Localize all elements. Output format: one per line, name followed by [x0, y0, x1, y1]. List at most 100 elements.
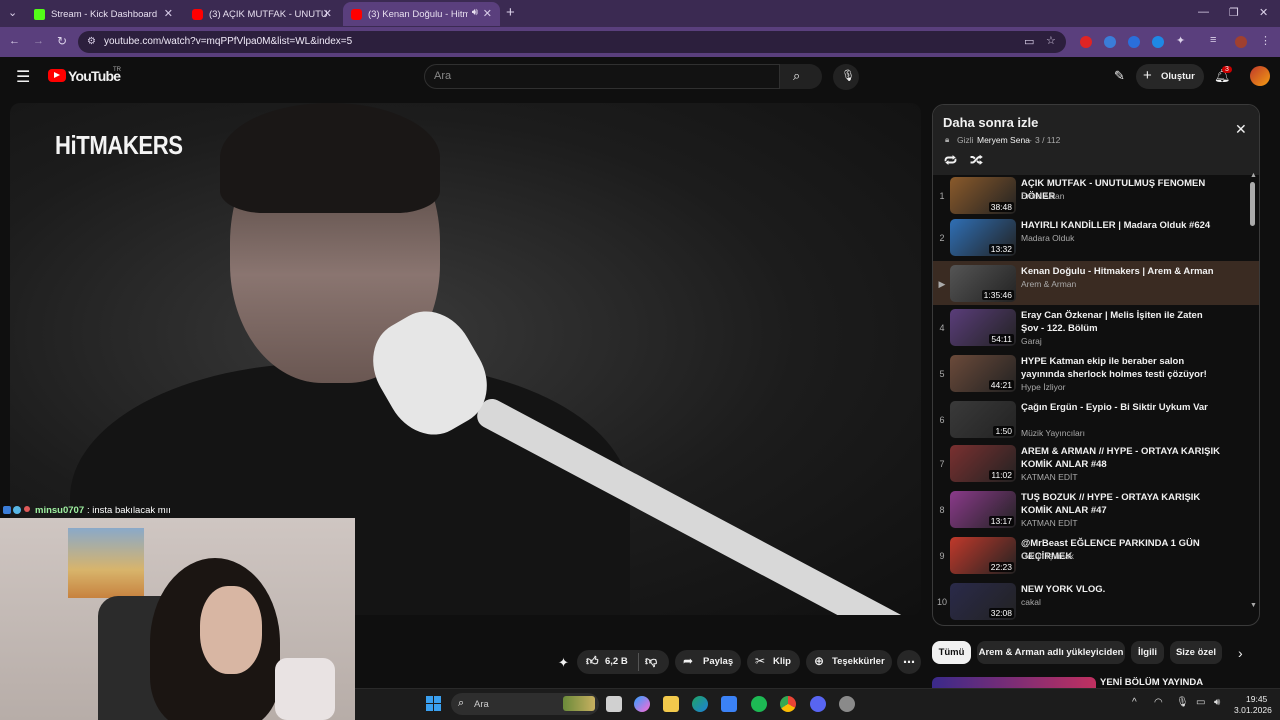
- tray-chevron-icon[interactable]: ^: [1132, 697, 1137, 708]
- playlist-item-title[interactable]: Eray Can Özkenar | Melis İşiten ile Zate…: [1021, 309, 1221, 335]
- network-icon[interactable]: ▭: [1196, 697, 1205, 708]
- loop-icon[interactable]: 🔁︎: [944, 151, 957, 170]
- create-button[interactable]: + Oluştur: [1136, 64, 1204, 89]
- extension-icon[interactable]: [1128, 36, 1140, 48]
- tab-kenan-dogulu[interactable]: (3) Kenan Doğulu - Hitmak 🔊︎ ✕: [343, 2, 500, 26]
- reload-icon[interactable]: ↻: [57, 34, 67, 48]
- playlist-item-title[interactable]: Kenan Doğulu - Hitmakers | Arem & Arman: [1021, 265, 1221, 278]
- edge-icon[interactable]: [692, 696, 708, 712]
- playlist-item[interactable]: 5 44:21 HYPE Katman ekip ile beraber salon…: [933, 351, 1259, 395]
- task-view-icon[interactable]: [606, 696, 622, 712]
- speaker-icon[interactable]: 🔊︎: [472, 7, 478, 18]
- clock-date[interactable]: 3.01.2026: [1234, 705, 1272, 715]
- playlist-item[interactable]: 6 1:50 Çağın Ergün - Eypio - Bi Siktir Uyk…: [933, 397, 1259, 441]
- new-tab-icon[interactable]: +: [506, 4, 515, 21]
- playlist-item-thumbnail[interactable]: 13:32: [950, 219, 1016, 256]
- playlist-item-thumbnail[interactable]: 38:48: [950, 177, 1016, 214]
- playlist-item-thumbnail[interactable]: 1:50: [950, 401, 1016, 438]
- extensions-puzzle-icon[interactable]: ✦: [1176, 34, 1185, 47]
- playlist-item-title[interactable]: AREM & ARMAN // HYPE - ORTAYA KARIŞIK KO…: [1021, 445, 1221, 471]
- close-icon[interactable]: ✕: [483, 7, 492, 20]
- playlist-item[interactable]: 9 22:23 @MrBeast EĞLENCE PARKINDA 1 GÜN GE…: [933, 533, 1259, 577]
- discord-icon[interactable]: [810, 696, 826, 712]
- hamburger-menu-icon[interactable]: ☰: [16, 67, 30, 87]
- playlist-scrollbar[interactable]: ▲ ▼: [1250, 172, 1257, 612]
- playlist-item[interactable]: 10 32:08 NEW YORK VLOG. cakal: [933, 579, 1259, 623]
- playlist-item-title[interactable]: Çağın Ergün - Eypio - Bi Siktir Uykum Va…: [1021, 401, 1221, 414]
- search-input[interactable]: [424, 64, 780, 89]
- playlist-item-channel[interactable]: cakal: [1021, 597, 1041, 607]
- close-icon[interactable]: ✕: [323, 7, 332, 20]
- thanks-button[interactable]: ⊕ Teşekkürler: [806, 650, 892, 674]
- playlist-item-thumbnail[interactable]: 13:17: [950, 491, 1016, 528]
- chrome-icon[interactable]: [780, 696, 796, 712]
- cast-icon[interactable]: ▭: [1024, 35, 1034, 48]
- tab-kick-dashboard[interactable]: Stream - Kick Dashboard ✕: [26, 2, 181, 26]
- tab-acik-mutfak[interactable]: (3) AÇIK MUTFAK - UNUTULMU ✕: [184, 2, 340, 26]
- recommendation-title[interactable]: YENİ BÖLÜM YAYINDA: [1100, 677, 1203, 688]
- like-icon[interactable]: 👍︎: [586, 654, 599, 669]
- playlist-item-channel[interactable]: Emre Aslan: [1021, 191, 1064, 201]
- dislike-icon[interactable]: 👎︎: [645, 654, 657, 669]
- share-button[interactable]: ➦ Paylaş: [675, 650, 741, 674]
- restore-icon[interactable]: ❐: [1229, 6, 1239, 19]
- playlist-item-title[interactable]: HYPE Katman ekip ile beraber salon yayın…: [1021, 355, 1221, 381]
- close-playlist-icon[interactable]: ✕: [1235, 121, 1247, 138]
- tab-search-icon[interactable]: ⌄: [8, 6, 17, 19]
- playlist-owner[interactable]: Meryem Sena: [977, 135, 1030, 145]
- playlist-item[interactable]: ▶ 1:35:46 Kenan Doğulu - Hitmakers | Arem …: [933, 261, 1259, 305]
- obs-icon[interactable]: [839, 696, 855, 712]
- playlist-title[interactable]: Daha sonra izle: [943, 115, 1038, 130]
- playlist-item-thumbnail[interactable]: 11:02: [950, 445, 1016, 482]
- playlist-item[interactable]: 7 11:02 AREM & ARMAN // HYPE - ORTAYA KARI…: [933, 441, 1259, 485]
- playlist-item-channel[interactable]: Madara Olduk: [1021, 233, 1074, 243]
- chevron-right-icon[interactable]: ›: [1238, 645, 1243, 661]
- playlist-item-channel[interactable]: Arem & Arman: [1021, 279, 1076, 289]
- close-icon[interactable]: ✕: [164, 7, 173, 20]
- window-close-icon[interactable]: ✕: [1259, 6, 1268, 19]
- shuffle-icon[interactable]: 🔀︎: [970, 151, 983, 170]
- scroll-up-icon[interactable]: ▲: [1250, 172, 1257, 179]
- chip-for-you[interactable]: Size özel: [1170, 641, 1222, 664]
- search-button[interactable]: [780, 64, 822, 89]
- mic-tray-icon[interactable]: 🎙︎: [1176, 697, 1189, 708]
- playlist-item-thumbnail[interactable]: 32:08: [950, 583, 1016, 620]
- clip-button[interactable]: ✂ Klip: [747, 650, 800, 674]
- extension-icon[interactable]: [1080, 36, 1092, 48]
- windows-start-icon[interactable]: [426, 696, 441, 711]
- create-chat-icon[interactable]: ✎: [1114, 68, 1125, 84]
- copilot-icon[interactable]: [634, 696, 650, 712]
- playlist-item-channel[interactable]: KATMAN EDİT: [1021, 518, 1078, 528]
- playlist-item-thumbnail[interactable]: 1:35:46: [950, 265, 1016, 302]
- wifi-icon[interactable]: ◠: [1154, 697, 1163, 708]
- profile-avatar[interactable]: [1235, 36, 1247, 48]
- playlist-item-channel[interactable]: Orkun Işıtmak: [1021, 551, 1074, 561]
- scroll-down-icon[interactable]: ▼: [1250, 602, 1257, 609]
- spotify-icon[interactable]: [751, 696, 767, 712]
- chip-from-uploader[interactable]: Arem & Arman adlı yükleyiciden: [977, 641, 1125, 664]
- bookmark-star-icon[interactable]: ☆: [1046, 34, 1056, 47]
- extension-icon[interactable]: [1104, 36, 1116, 48]
- playlist-item[interactable]: 2 13:32 HAYIRLI KANDİLLER | Madara Olduk #…: [933, 215, 1259, 259]
- playlist-item[interactable]: 1 38:48 AÇIK MUTFAK - UNUTULMUŞ FENOMEN DÖ…: [933, 173, 1259, 217]
- playlist-item-channel[interactable]: Garaj: [1021, 336, 1042, 346]
- more-actions-button[interactable]: ⋯: [897, 650, 921, 674]
- playlist-item-title[interactable]: HAYIRLI KANDİLLER | Madara Olduk #624: [1021, 219, 1221, 232]
- playlist-item-title[interactable]: NEW YORK VLOG.: [1021, 583, 1221, 596]
- playlist-item[interactable]: 4 54:11 Eray Can Özkenar | Melis İşiten il…: [933, 305, 1259, 349]
- playlist-item-title[interactable]: TUŞ BOZUK // HYPE - ORTAYA KARIŞIK KOMİK…: [1021, 491, 1221, 517]
- file-explorer-icon[interactable]: [663, 696, 679, 712]
- reading-list-icon[interactable]: ≡: [1210, 34, 1216, 46]
- ask-ai-icon[interactable]: ✦: [558, 655, 569, 671]
- playlist-item-channel[interactable]: KATMAN EDİT: [1021, 472, 1078, 482]
- playlist-item-channel[interactable]: Hype İzliyor: [1021, 382, 1065, 392]
- back-icon[interactable]: ←: [9, 35, 20, 47]
- site-info-icon[interactable]: ⚙: [87, 36, 96, 47]
- playlist-item-channel[interactable]: Müzik Yayıncıları: [1021, 428, 1085, 438]
- url-text[interactable]: youtube.com/watch?v=mqPPfVlpa0M&list=WL&…: [104, 36, 352, 47]
- clock-time[interactable]: 19:45: [1246, 694, 1267, 704]
- extension-icon[interactable]: [1152, 36, 1164, 48]
- scrollbar-thumb[interactable]: [1250, 182, 1255, 226]
- chip-all[interactable]: Tümü: [932, 641, 971, 664]
- playlist-item-thumbnail[interactable]: 44:21: [950, 355, 1016, 392]
